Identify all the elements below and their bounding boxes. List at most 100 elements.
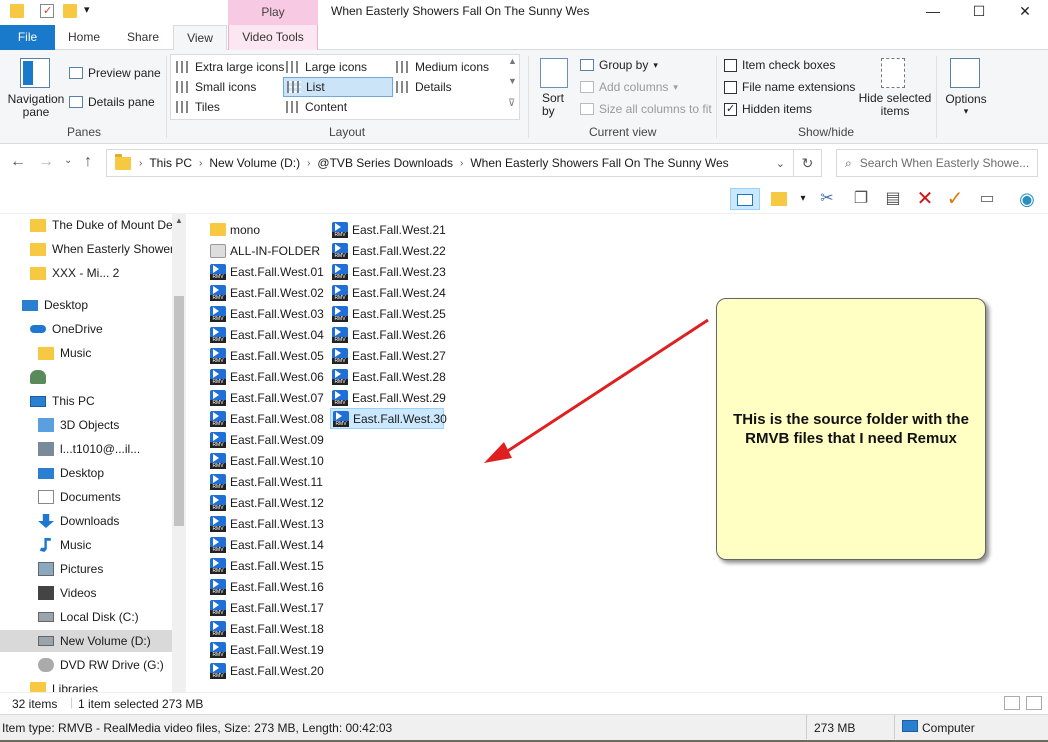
properties-icon[interactable] — [40, 4, 54, 18]
breadcrumb-separator-icon[interactable]: › — [199, 158, 202, 169]
sidebar-item[interactable]: New Volume (D:) — [0, 630, 172, 652]
tab-home[interactable]: Home — [57, 25, 111, 50]
quick-access-dropdown-icon[interactable]: ▾ — [84, 3, 90, 16]
layout-expand-icon[interactable]: ⊽ — [508, 98, 515, 109]
scroll-thumb[interactable] — [174, 296, 184, 526]
file-item[interactable]: mono — [208, 219, 320, 240]
large-icons-view-icon[interactable] — [1026, 696, 1042, 710]
sidebar-item[interactable]: DVD RW Drive (G:) — [0, 654, 172, 676]
breadcrumb-tvb-series[interactable]: @TVB Series Downloads — [317, 156, 453, 170]
file-item[interactable]: East.Fall.West.03 — [208, 303, 324, 324]
preview-pane-toggle-icon[interactable] — [730, 188, 760, 210]
sidebar-item[interactable]: Documents — [0, 486, 172, 508]
file-item[interactable]: East.Fall.West.19 — [208, 639, 324, 660]
tab-play[interactable]: Play — [228, 0, 318, 25]
tab-share[interactable]: Share — [114, 25, 172, 50]
file-item[interactable]: East.Fall.West.18 — [208, 618, 324, 639]
file-item[interactable]: East.Fall.West.12 — [208, 492, 324, 513]
tab-video-tools[interactable]: Video Tools — [228, 25, 318, 50]
address-bar[interactable]: › This PC › New Volume (D:) › @TVB Serie… — [106, 149, 794, 177]
file-item[interactable]: East.Fall.West.02 — [208, 282, 324, 303]
file-item[interactable]: East.Fall.West.29 — [330, 387, 446, 408]
layout-content[interactable]: Content — [286, 100, 347, 114]
sidebar-item[interactable]: 3D Objects — [0, 414, 172, 436]
item-check-boxes-checkbox[interactable]: Item check boxes — [724, 58, 835, 72]
file-item[interactable]: East.Fall.West.22 — [330, 240, 446, 261]
sidebar-item[interactable]: OneDrive — [0, 318, 172, 340]
copy-icon[interactable]: ❐ — [850, 188, 872, 210]
search-box[interactable]: ⌕ Search When Easterly Showe... — [836, 149, 1038, 177]
layout-small-icons[interactable]: Small icons — [176, 80, 256, 94]
file-item[interactable]: ALL-IN-FOLDER — [208, 240, 320, 261]
layout-medium-icons[interactable]: Medium icons — [396, 60, 489, 74]
file-item[interactable]: East.Fall.West.20 — [208, 660, 324, 681]
file-item[interactable]: East.Fall.West.05 — [208, 345, 324, 366]
sidebar-item[interactable]: l...t1010@...il... — [0, 438, 172, 460]
sidebar-item[interactable]: The Duke of Mount De — [0, 214, 172, 236]
rename-check-icon[interactable]: ✓ — [944, 188, 966, 210]
properties-icon[interactable]: ▭ — [976, 188, 998, 210]
sidebar-item[interactable]: Desktop — [0, 294, 172, 316]
sidebar-item[interactable]: Libraries — [0, 678, 172, 692]
forward-arrow-icon[interactable]: → — [38, 153, 54, 171]
sidebar-item[interactable]: Videos — [0, 582, 172, 604]
recent-locations-icon[interactable]: ⌄ — [64, 155, 72, 166]
file-item[interactable]: East.Fall.West.15 — [208, 555, 324, 576]
file-item[interactable]: East.Fall.West.25 — [330, 303, 446, 324]
layout-large-icons[interactable]: Large icons — [286, 60, 367, 74]
breadcrumb-separator-icon[interactable]: › — [307, 158, 310, 169]
new-folder-icon[interactable] — [63, 4, 77, 18]
sidebar-item[interactable]: This PC — [0, 390, 172, 412]
layout-details[interactable]: Details — [396, 80, 452, 94]
file-item[interactable]: East.Fall.West.11 — [208, 471, 323, 492]
file-item[interactable]: East.Fall.West.17 — [208, 597, 324, 618]
tab-view[interactable]: View — [173, 25, 227, 51]
globe-icon[interactable]: ◉ — [1016, 188, 1038, 210]
file-item[interactable]: East.Fall.West.06 — [208, 366, 324, 387]
sidebar-item[interactable]: XXX - Mi... 2 — [0, 262, 172, 284]
file-item[interactable]: East.Fall.West.04 — [208, 324, 324, 345]
tab-file[interactable]: File — [0, 25, 55, 50]
file-item[interactable]: East.Fall.West.21 — [330, 219, 446, 240]
file-item[interactable]: East.Fall.West.01 — [208, 261, 324, 282]
delete-icon[interactable]: ✕ — [914, 188, 936, 210]
hide-selected-items-button[interactable]: Hide selected items — [858, 92, 932, 118]
group-by-button[interactable]: Group by ▾ — [580, 58, 658, 72]
scroll-up-icon[interactable]: ▲ — [175, 216, 183, 225]
breadcrumb-current-folder[interactable]: When Easterly Showers Fall On The Sunny … — [470, 156, 728, 170]
layout-list[interactable]: List — [283, 77, 393, 97]
layout-tiles[interactable]: Tiles — [176, 100, 220, 114]
breadcrumb-separator-icon[interactable]: › — [139, 158, 142, 169]
size-all-columns-button[interactable]: Size all columns to fit — [580, 102, 712, 116]
file-item[interactable]: East.Fall.West.26 — [330, 324, 446, 345]
back-arrow-icon[interactable]: ← — [10, 153, 26, 171]
sort-by-button[interactable]: Sort by — [542, 92, 568, 118]
cut-icon[interactable]: ✂ — [816, 188, 838, 210]
sidebar-item[interactable]: When Easterly Showers — [0, 238, 172, 260]
breadcrumb-this-pc[interactable]: This PC — [149, 156, 192, 170]
sidebar-item[interactable] — [0, 366, 172, 388]
file-item[interactable]: East.Fall.West.09 — [208, 429, 324, 450]
layout-extra-large-icons[interactable]: Extra large icons — [176, 60, 284, 74]
file-item[interactable]: East.Fall.West.10 — [208, 450, 324, 471]
sidebar-item[interactable]: Desktop — [0, 462, 172, 484]
details-view-icon[interactable] — [1004, 696, 1020, 710]
nav-scrollbar[interactable]: ▲ — [172, 214, 186, 692]
close-button[interactable]: ✕ — [1002, 0, 1048, 24]
sidebar-item[interactable]: Music — [0, 342, 172, 364]
sidebar-item[interactable]: Pictures — [0, 558, 172, 580]
navigation-pane-button[interactable]: Navigation pane — [7, 93, 65, 119]
file-name-extensions-checkbox[interactable]: File name extensions — [724, 80, 855, 94]
details-pane-button[interactable]: Details pane — [69, 95, 155, 109]
hidden-items-checkbox[interactable]: Hidden items — [724, 102, 812, 116]
file-item[interactable]: East.Fall.West.28 — [330, 366, 446, 387]
layout-scroll-down-icon[interactable]: ▼ — [508, 76, 517, 86]
sidebar-item[interactable]: Local Disk (C:) — [0, 606, 172, 628]
file-item[interactable]: East.Fall.West.24 — [330, 282, 446, 303]
address-dropdown-icon[interactable]: ⌄ — [776, 157, 785, 170]
maximize-button[interactable]: ☐ — [956, 0, 1002, 24]
breadcrumb-separator-icon[interactable]: › — [460, 158, 463, 169]
sidebar-item[interactable]: Music — [0, 534, 172, 556]
preview-pane-button[interactable]: Preview pane — [69, 66, 161, 80]
file-item[interactable]: East.Fall.West.13 — [208, 513, 324, 534]
